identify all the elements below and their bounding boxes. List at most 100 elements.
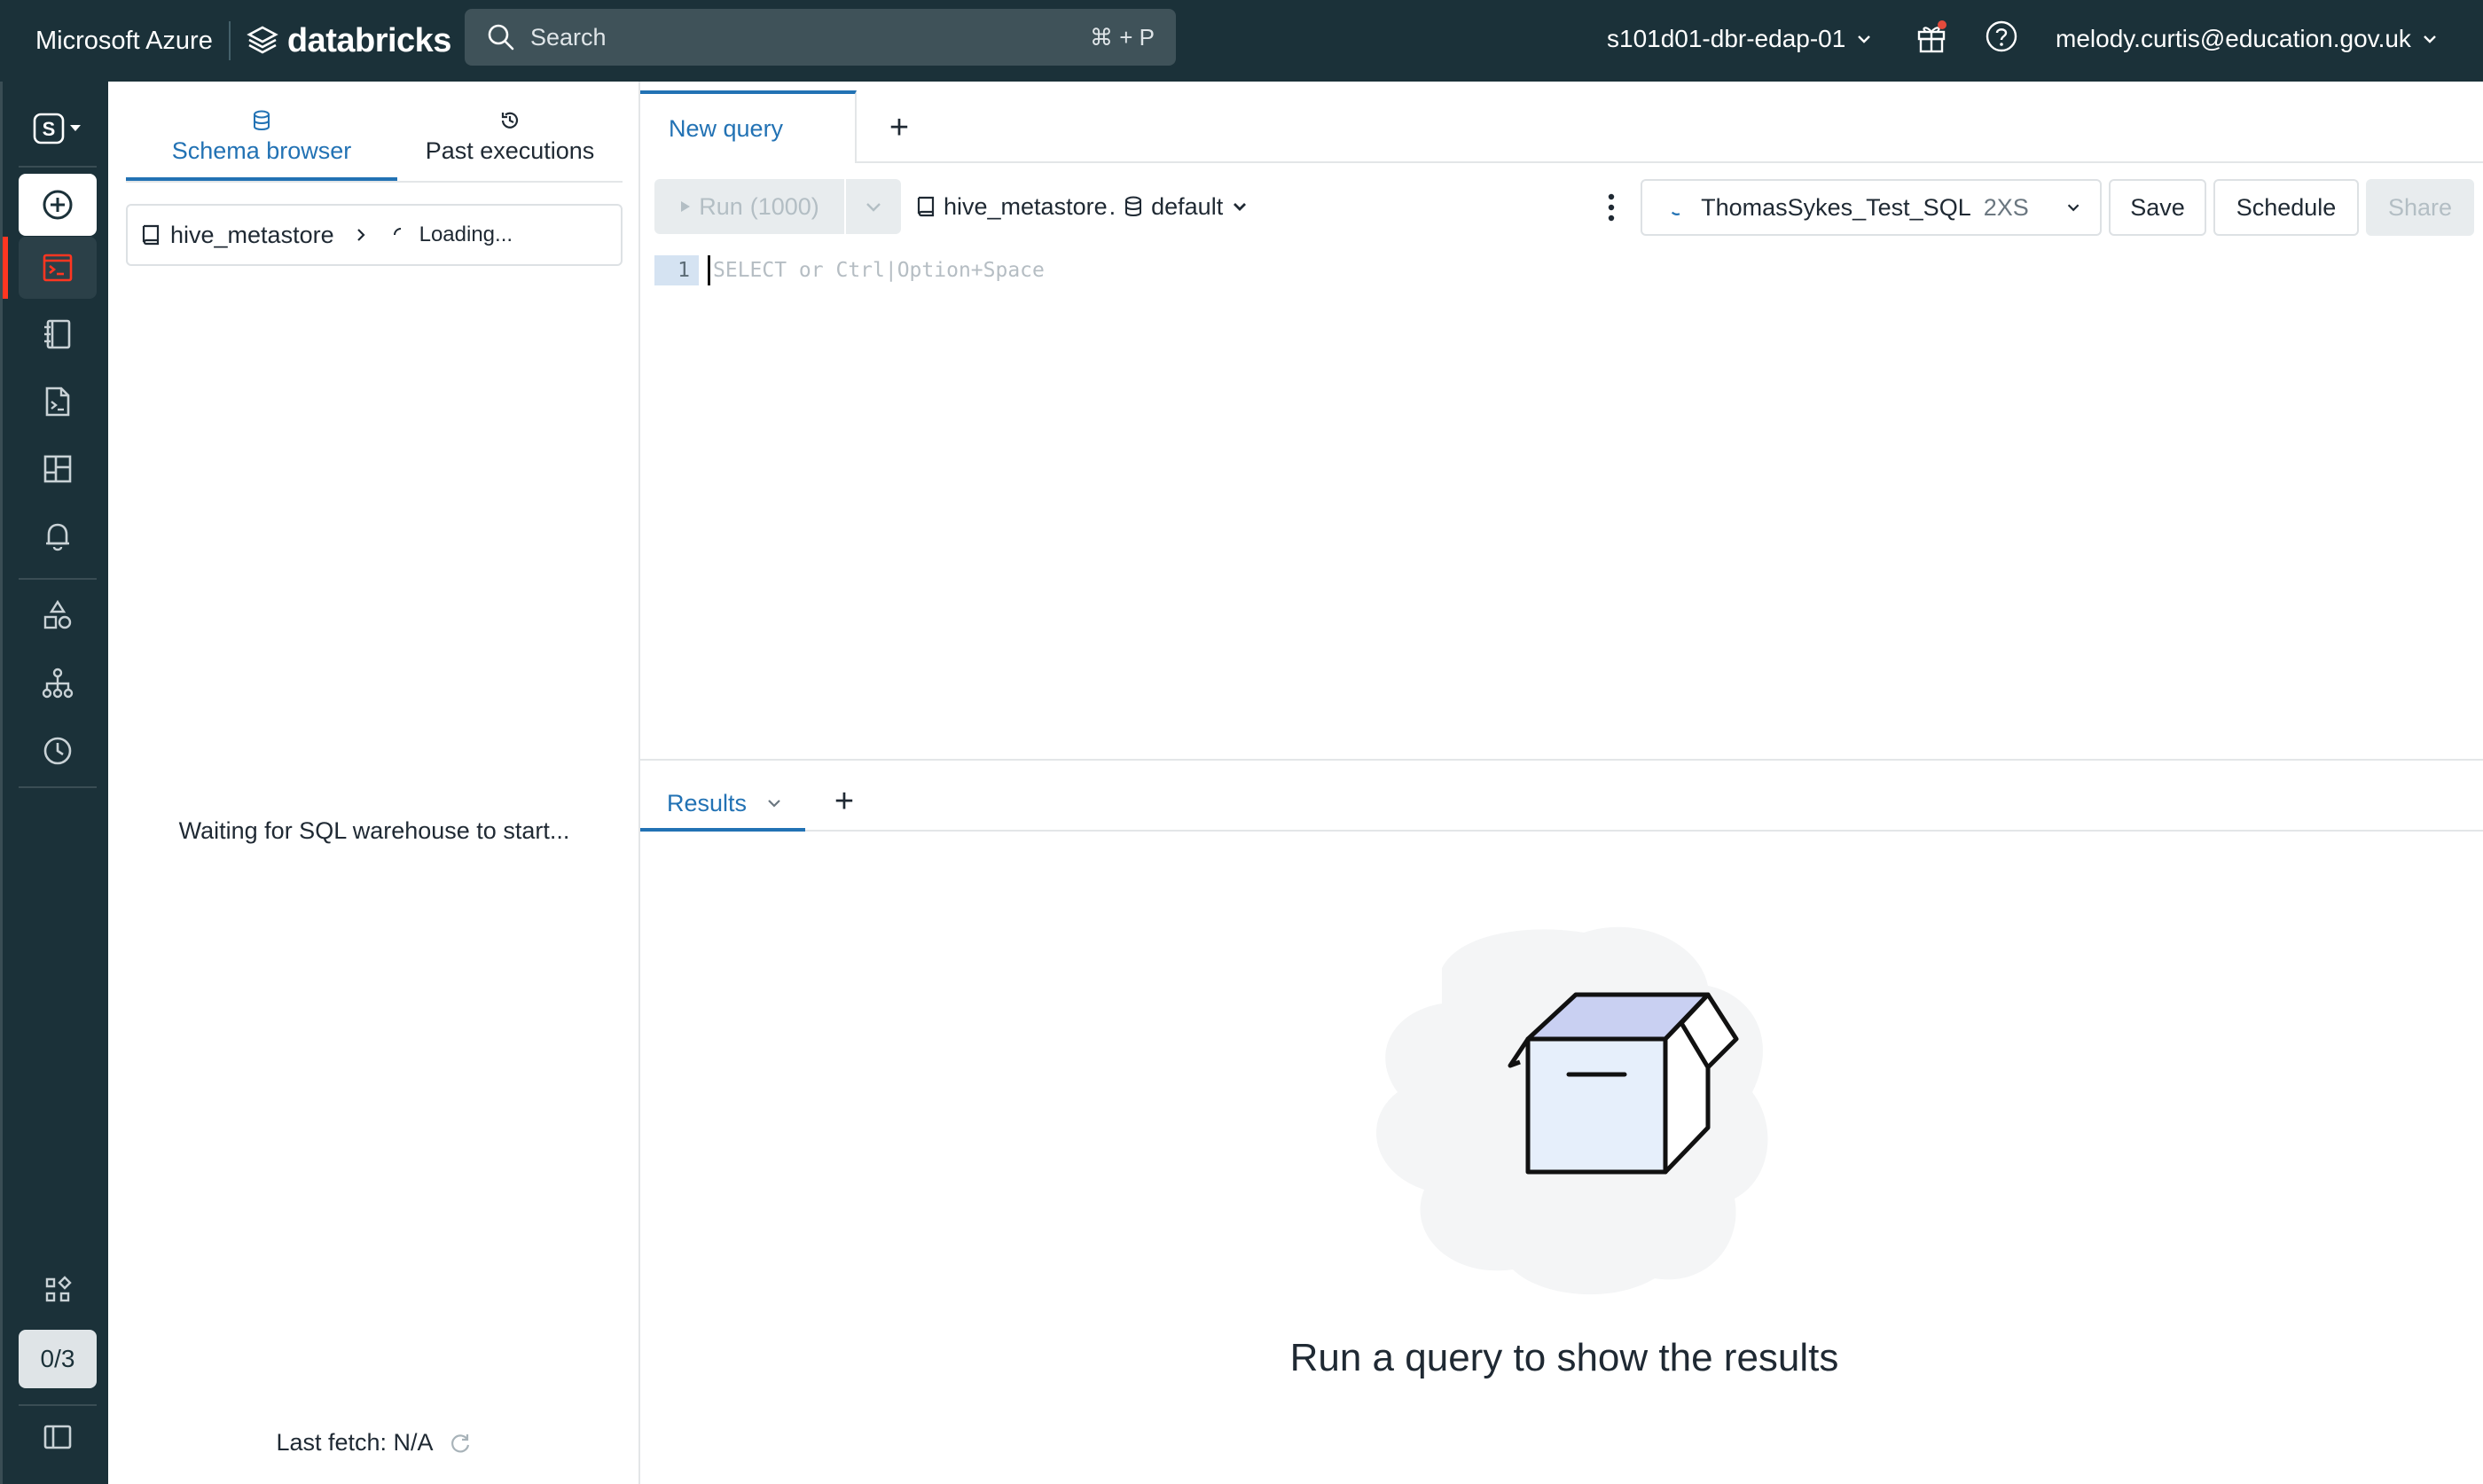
results-tab-label: Results <box>667 789 748 816</box>
line-number: 1 <box>654 255 699 285</box>
add-query-tab-button[interactable]: + <box>878 106 920 149</box>
run-limit: (1000) <box>749 192 819 220</box>
tab-label: Past executions <box>425 137 595 164</box>
sidebar-item-marketplace[interactable] <box>19 1261 97 1323</box>
chevron-right-icon <box>356 229 365 241</box>
plus-circle-icon <box>43 190 73 220</box>
tab-new-query[interactable]: New query <box>640 90 857 163</box>
queries-icon <box>44 319 71 349</box>
add-visualization-button[interactable]: + <box>823 780 866 823</box>
search-icon <box>488 24 514 51</box>
tab-past-executions[interactable]: Past executions <box>397 101 623 179</box>
sql-editor-icon <box>43 254 73 282</box>
databricks-wordmark: databricks <box>286 21 452 59</box>
catalog-breadcrumb[interactable]: hive_metastore Loading... <box>126 204 623 266</box>
tab-schema-browser[interactable]: Schema browser <box>126 101 397 179</box>
last-fetch-text: Last fetch: N/A <box>276 1429 434 1456</box>
share-button[interactable]: Share <box>2366 179 2474 236</box>
databricks-icon <box>247 26 278 54</box>
tab-label: Schema browser <box>171 137 352 164</box>
quota-badge[interactable]: 0/3 <box>19 1330 97 1388</box>
tabs-divider <box>126 181 623 183</box>
run-label: Run <box>699 192 743 220</box>
app-switcher-icon: S <box>33 113 81 144</box>
azure-label: Microsoft Azure <box>35 26 213 55</box>
search-placeholder: Search <box>530 23 607 51</box>
empty-results-message: Run a query to show the results <box>1289 1336 1839 1379</box>
rail-divider <box>19 786 97 788</box>
loading-indicator: Loading... <box>391 223 513 247</box>
run-options-button[interactable] <box>846 179 901 234</box>
new-button[interactable] <box>19 174 97 236</box>
spinner-icon <box>393 228 401 236</box>
left-nav-rail: S 0/3 <box>0 82 108 1484</box>
catalog-icon <box>917 196 935 217</box>
chevron-down-icon[interactable] <box>764 793 784 813</box>
chevron-down-icon <box>2067 204 2080 212</box>
sidebar-toggle-icon <box>43 1425 72 1449</box>
search-shortcut: ⌘ + P <box>1090 23 1155 51</box>
workspace-app-switcher[interactable]: S <box>19 98 97 160</box>
pane-splitter[interactable] <box>640 759 2483 761</box>
catalog-name: hive_metastore <box>170 221 334 248</box>
sidebar-item-models[interactable] <box>19 652 97 715</box>
active-indicator <box>3 237 8 299</box>
tab-results[interactable]: Results <box>640 775 805 832</box>
dashboard-icon <box>43 455 72 483</box>
collapse-sidebar-button[interactable] <box>19 1406 97 1468</box>
hierarchy-icon <box>42 668 74 699</box>
spinner-icon <box>1671 211 1680 215</box>
top-bar: Microsoft Azure databricks Search ⌘ + P … <box>0 0 2483 82</box>
bell-icon <box>46 523 69 551</box>
rail-divider <box>19 578 97 580</box>
chevron-down-icon <box>1858 35 1871 43</box>
sidebar-item-alerts[interactable] <box>19 505 97 567</box>
tabs-divider <box>805 830 2483 832</box>
database-icon <box>1125 196 1142 216</box>
databricks-logo[interactable]: databricks <box>247 22 451 60</box>
sql-editor-input[interactable]: SELECT or Ctrl|Option+Space <box>713 255 1045 285</box>
clock-icon <box>43 737 72 765</box>
catalog-separator: . <box>1108 192 1116 220</box>
svg-text:S: S <box>43 118 56 140</box>
script-file-icon <box>45 387 70 417</box>
play-icon <box>681 201 691 212</box>
warehouse-name: ThomasSykes_Test_SQL <box>1701 193 1971 221</box>
tabs-divider <box>857 161 2483 163</box>
refresh-icon[interactable] <box>448 1431 473 1456</box>
sidebar-item-sql-editor[interactable] <box>19 237 97 299</box>
catalog-name: hive_metastore <box>944 192 1108 220</box>
query-tab-label: New query <box>669 114 784 142</box>
notification-dot <box>1938 20 1946 29</box>
last-fetch: Last fetch: N/A <box>108 1429 640 1457</box>
user-menu[interactable]: melody.curtis@education.gov.uk <box>2056 0 2440 78</box>
brand-divider <box>228 21 231 60</box>
sidebar-item-catalog[interactable] <box>19 585 97 647</box>
sidebar-item-dashboards[interactable] <box>19 438 97 500</box>
apps-icon <box>45 1276 72 1302</box>
save-button[interactable]: Save <box>2109 179 2206 236</box>
warehouse-status-text: Waiting for SQL warehouse to start... <box>178 817 570 844</box>
sidebar-item-workflows[interactable] <box>19 371 97 433</box>
warehouse-size: 2XS <box>1983 193 2029 221</box>
workspace-switcher[interactable]: s101d01-dbr-edap-01 <box>1607 0 1874 78</box>
schema-panel: Schema browser Past executions hive_meta… <box>108 82 640 1484</box>
run-button[interactable]: Run (1000) <box>654 179 844 234</box>
workspace-name: s101d01-dbr-edap-01 <box>1607 25 1846 52</box>
schedule-button[interactable]: Schedule <box>2213 179 2359 236</box>
editor-area: New query + Run (1000) hive_metastore. d… <box>640 82 2483 1484</box>
warehouse-selector[interactable]: ThomasSykes_Test_SQL 2XS <box>1641 179 2102 236</box>
rail-divider <box>19 166 97 168</box>
help-icon[interactable] <box>1985 20 2018 53</box>
gift-icon[interactable] <box>1915 20 1947 55</box>
sidebar-item-query-history[interactable] <box>19 720 97 782</box>
search-input[interactable]: Search ⌘ + P <box>465 9 1176 66</box>
active-tab-underline <box>640 828 805 832</box>
sidebar-item-queries[interactable] <box>19 303 97 365</box>
catalog-schema-selector[interactable]: hive_metastore. default <box>915 179 1249 234</box>
chevron-down-icon <box>2424 35 2436 43</box>
active-tab-underline <box>126 177 397 181</box>
chevron-down-icon <box>1234 203 1247 211</box>
more-options-icon[interactable] <box>1596 190 1626 225</box>
text-cursor <box>708 255 710 285</box>
